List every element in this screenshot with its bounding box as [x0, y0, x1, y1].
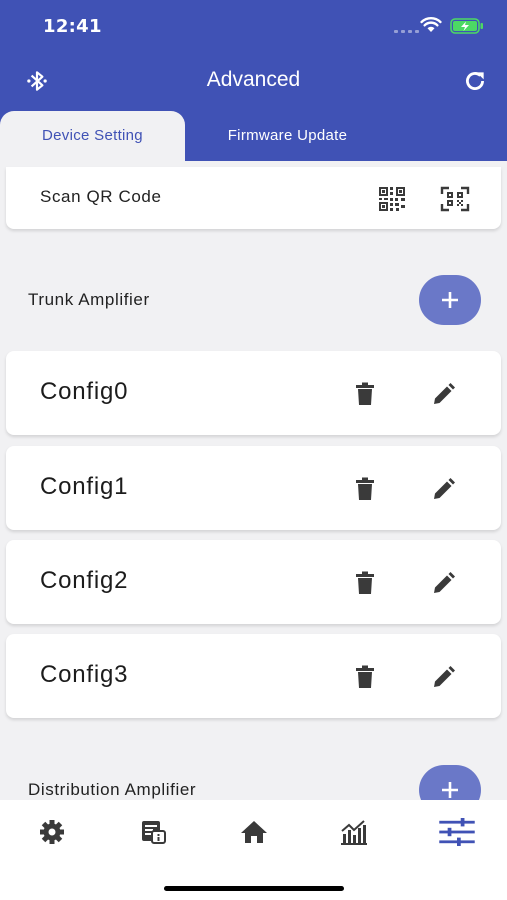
plus-icon: [442, 782, 458, 798]
tune-icon[interactable]: [437, 818, 477, 846]
delete-icon[interactable]: [354, 665, 376, 689]
delete-icon[interactable]: [354, 382, 376, 406]
app-bar: Advanced: [0, 52, 507, 110]
tab-firmware-update[interactable]: Firmware Update: [185, 111, 390, 161]
status-bar: 12:41: [0, 0, 507, 52]
section-title-distribution-amplifier: Distribution Amplifier: [28, 780, 197, 799]
page-title: Advanced: [206, 68, 301, 91]
section-title-trunk-amplifier: Trunk Amplifier: [28, 290, 150, 309]
qr-code-icon[interactable]: [378, 186, 406, 212]
battery-charging-icon: [450, 18, 483, 34]
config-card[interactable]: Config0: [6, 351, 501, 435]
delete-icon[interactable]: [354, 571, 376, 595]
device-info-icon[interactable]: [138, 818, 170, 846]
add-trunk-config-button[interactable]: [419, 275, 481, 325]
home-indicator[interactable]: [164, 886, 344, 891]
plus-icon: [442, 292, 458, 308]
add-distribution-config-button[interactable]: [419, 765, 481, 800]
tab-device-setting[interactable]: Device Setting: [0, 111, 185, 161]
scan-qr-label: Scan QR Code: [40, 187, 162, 206]
config-name: Config2: [40, 567, 129, 594]
scan-qr-card[interactable]: Scan QR Code: [6, 167, 501, 229]
qr-scan-icon[interactable]: [440, 186, 470, 212]
tab-label: Device Setting: [42, 127, 143, 144]
edit-icon[interactable]: [432, 571, 456, 595]
config-name: Config1: [40, 473, 129, 500]
chart-icon[interactable]: [338, 818, 370, 846]
wifi-icon: [420, 17, 442, 32]
device-setting-content[interactable]: Scan QR Code Trunk Amplifier Config0 Con…: [0, 161, 507, 800]
bottom-navigation: [0, 800, 507, 900]
app-header: 12:41 Advanced Device Setting Firmware U…: [0, 0, 507, 161]
home-icon[interactable]: [238, 818, 270, 846]
config-card[interactable]: Config1: [6, 446, 501, 530]
cellular-signal-icon: [394, 30, 419, 33]
refresh-icon[interactable]: [462, 68, 488, 94]
config-card[interactable]: Config2: [6, 540, 501, 624]
settings-icon[interactable]: [36, 818, 68, 846]
config-card[interactable]: Config3: [6, 634, 501, 718]
config-name: Config0: [40, 378, 129, 405]
edit-icon[interactable]: [432, 477, 456, 501]
status-time: 12:41: [43, 16, 102, 37]
edit-icon[interactable]: [432, 382, 456, 406]
config-name: Config3: [40, 661, 129, 688]
delete-icon[interactable]: [354, 477, 376, 501]
edit-icon[interactable]: [432, 665, 456, 689]
tab-label: Firmware Update: [227, 127, 348, 144]
